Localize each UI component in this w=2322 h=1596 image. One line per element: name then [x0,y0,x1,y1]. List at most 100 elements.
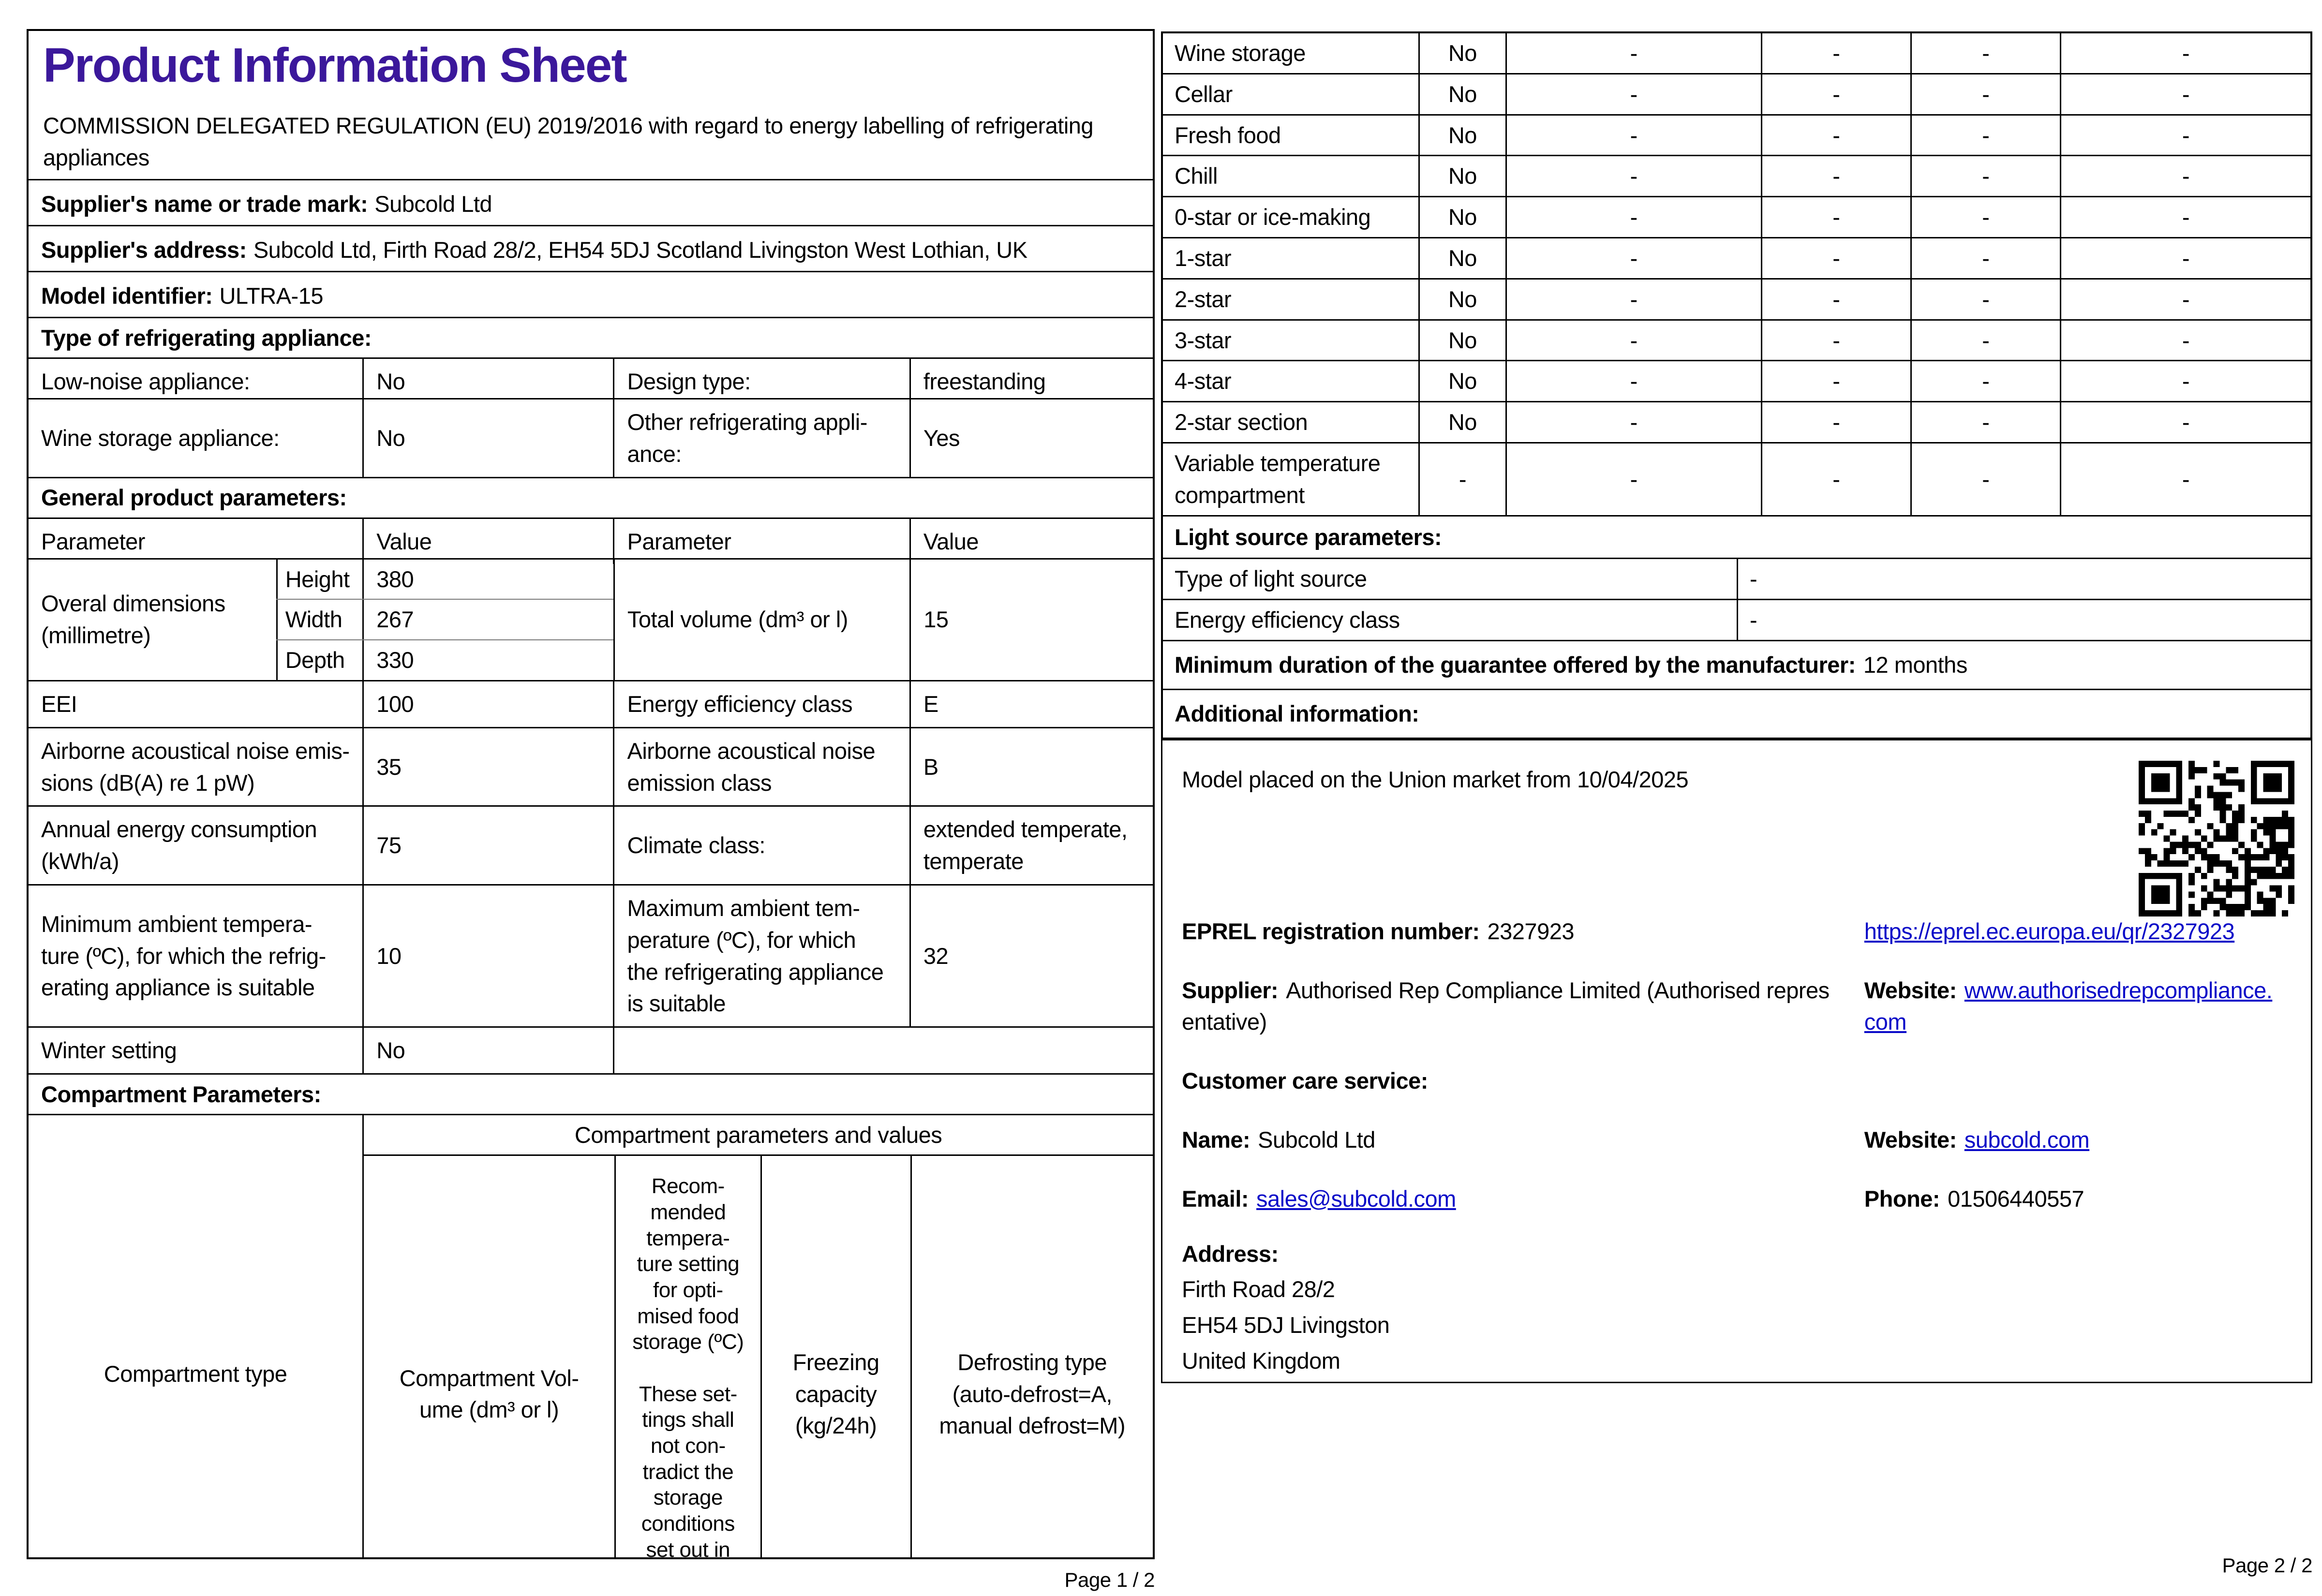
value-2: 32 [909,885,1153,1027]
light-source-row: Energy efficiency class - [1163,599,2310,640]
value-header-1: Value [362,518,613,564]
recommended-temperature-header: Recom- mended tempera- ture setting for … [614,1155,760,1557]
other-appliance-value: Yes [909,399,1153,477]
model-identifier-value: ULTRA-15 [219,283,323,309]
general-parameters-header: General product parameters: [29,476,1153,517]
email-left: Email: sales@subcold.com [1182,1183,1864,1215]
phone-value: 01506440557 [1948,1185,2084,1212]
value-2: B [909,728,1153,806]
compartment-freezing-dash: - [1910,320,2060,360]
compartment-parameters-header: Compartment Parameters: [29,1073,1153,1114]
address-line-2: EH54 5DJ Livingston [1182,1312,1390,1338]
compartment-volume-dash: - [1505,33,1761,73]
compartment-label: 2-star section [1175,409,1308,435]
compartment-temp-dash: - [1760,115,1910,155]
supplier-name-value: Subcold Ltd [374,191,492,217]
eprel-number: 2327923 [1487,918,1575,944]
low-noise-row: Low-noise appliance: No Design type: fre… [29,357,1153,404]
page2-footer: Page 2 / 2 [2222,1554,2313,1577]
compartment-present: No [1418,74,1505,114]
value-1: 10 [362,885,613,1027]
value-header-2: Value [909,518,1153,564]
compartment-availability-row: 0-star or ice-making No - - - - [1163,196,2310,237]
parameter-row: Annual energy consumption (kWh/a) 75 Cli… [29,805,1153,884]
value-2: E [909,681,1153,727]
dimensions-label: Overal dimensions (millimetre) [41,591,225,649]
compartment-label: Fresh food [1175,122,1281,148]
winter-setting-value: No [362,1028,613,1073]
address-block: Address: Firth Road 28/2 EH54 5DJ Living… [1182,1238,2292,1377]
dimensions-subtable: Height 380 Width 267 Depth 330 [276,559,613,680]
dimension-value: 380 [362,559,613,599]
compartment-present: - [1418,443,1505,515]
name-right: Website: subcold.com [1864,1124,2292,1156]
design-type-label: Design type: [613,359,909,404]
winter-setting-row: Winter setting No [29,1026,1153,1073]
supplier-address-label: Supplier's address: [41,237,247,263]
compartment-span-header: Compartment parameters and values [364,1115,1153,1156]
low-noise-label: Low-noise appliance: [41,369,250,394]
compartment-label: 4-star [1175,368,1232,394]
compartment-volume-dash: - [1505,115,1761,155]
compartment-temp-dash: - [1760,279,1910,319]
value-1: 75 [362,807,613,884]
design-type-value: freestanding [909,359,1153,404]
compartment-availability-row: 4-star No - - - - [1163,360,2310,401]
compartment-availability-rows: Wine storage No - - - - Cellar No - - - … [1163,33,2310,515]
supplier-website-label: Website: [1864,977,1957,1003]
care-website-label: Website: [1864,1126,1957,1153]
email-link[interactable]: sales@subcold.com [1256,1186,1456,1212]
eprel-link[interactable]: https://eprel.ec.europa.eu/qr/2327923 [1864,918,2235,944]
dimension-name: Height [276,559,362,599]
customer-care-row: Customer care service: [1182,1065,2292,1097]
light-source-value: - [1737,600,2310,640]
compartment-volume-dash: - [1505,197,1761,237]
compartment-defrost-dash: - [2059,443,2310,515]
dimension-subrow: Width 267 [276,599,613,640]
phone-right: Phone: 01506440557 [1864,1183,2292,1215]
customer-care-header: Customer care service: [1182,1068,1428,1094]
compartment-volume-dash: - [1505,361,1761,401]
light-source-row: Type of light source - [1163,558,2310,599]
parameter-row: Airborne acoustical noise emis- sions (d… [29,726,1153,806]
name-label: Name: [1182,1126,1250,1153]
compartment-volume-dash: - [1505,74,1761,114]
light-source-header: Light source parameters: [1163,515,2310,558]
compartment-present: No [1418,238,1505,278]
wine-storage-row: Wine storage appliance: No Other refrige… [29,398,1153,477]
address-lines: Firth Road 28/2 EH54 5DJ Livingston Unit… [1182,1273,2292,1376]
compartment-defrost-dash: - [2059,33,2310,73]
parameter-header-2: Parameter [613,518,909,564]
parameter-1: Airborne acoustical noise emis- sions (d… [41,738,350,796]
wine-storage-value: No [362,399,613,477]
parameter-row: EEI 100 Energy efficiency class E [29,680,1153,727]
defrosting-type-header: Defrosting type (auto-defrost=A, manual … [910,1155,1153,1557]
supplier-name-label: Supplier's name or trade mark: [41,191,368,217]
guarantee-label: Minimum duration of the guarantee offere… [1175,651,1856,678]
parameter-1: EEI [41,691,77,717]
compartment-volume-dash: - [1505,156,1761,196]
compartment-present: No [1418,361,1505,401]
compartment-freezing-dash: - [1910,443,2060,515]
value-1: 35 [362,728,613,806]
compartment-volume-dash: - [1505,238,1761,278]
model-identifier-row: Model identifier: ULTRA-15 [29,271,1153,317]
compartment-label: Cellar [1175,81,1233,107]
parameter-2: Climate class: [613,807,909,884]
page-1: Product Information Sheet COMMISSION DEL… [27,29,1155,1559]
name-row: Name: Subcold Ltd Website: subcold.com [1182,1124,2292,1156]
compartment-volume-header: Compartment Vol- ume (dm³ or l) [399,1365,579,1423]
compartment-volume-dash: - [1505,279,1761,319]
compartment-temp-dash: - [1760,197,1910,237]
page1-header: Product Information Sheet COMMISSION DEL… [29,31,1153,179]
compartment-defrost-dash: - [2059,320,2310,360]
compartment-present: No [1418,197,1505,237]
compartment-freezing-dash: - [1910,156,2060,196]
page-2-info-box: Model placed on the Union market from 10… [1161,739,2312,1383]
address-line-3: United Kingdom [1182,1347,1340,1374]
compartment-present: No [1418,115,1505,155]
care-website-link[interactable]: subcold.com [1965,1127,2090,1153]
compartment-availability-row: Variable temperature compartment - - - -… [1163,442,2310,515]
phone-label: Phone: [1864,1185,1940,1212]
compartment-volume-dash: - [1505,443,1761,515]
